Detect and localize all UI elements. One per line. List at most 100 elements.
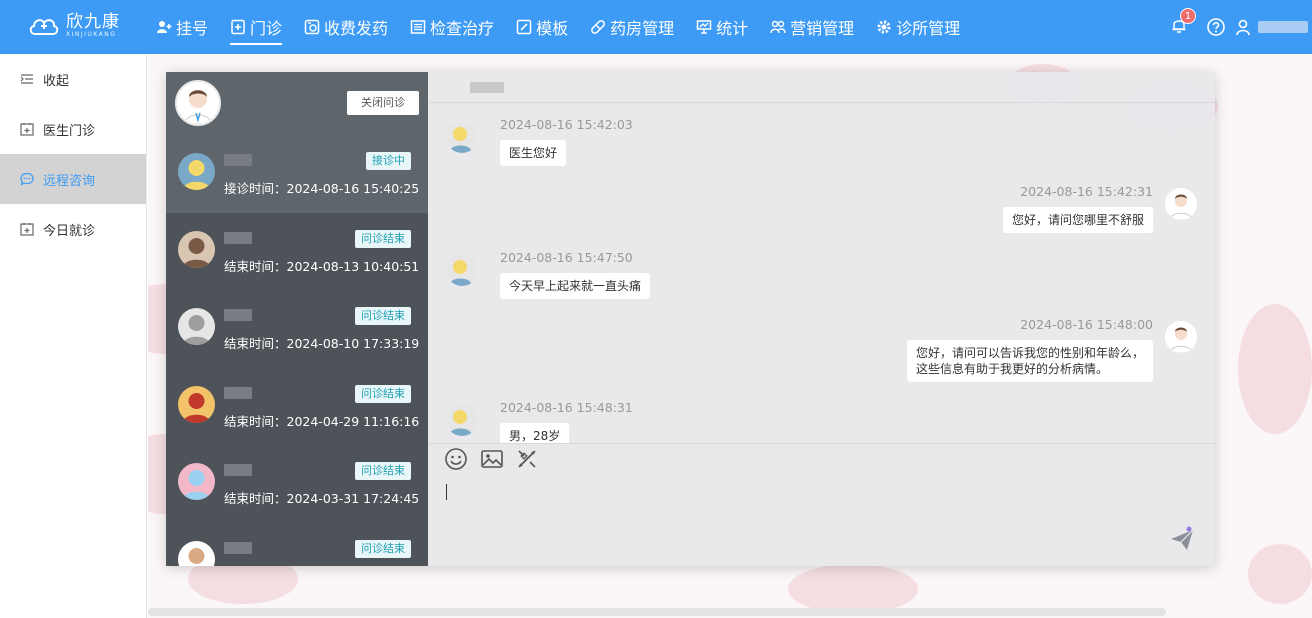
doctor-avatar [1165, 188, 1197, 220]
patient-name-redacted [224, 464, 252, 476]
patient-avatar-image [178, 308, 215, 345]
nav-template-label: 模板 [536, 19, 569, 38]
top-navigation-bar: 欣九康 XINJIUKANG 挂号 门诊 收费发药 检查治疗 模板 药房管理 统… [0, 0, 1312, 54]
message-list[interactable]: 2024-08-16 15:42:03 医生您好 2024-08-16 15:42:… [428, 103, 1215, 443]
sidebar-item-label: 远程咨询 [43, 173, 96, 189]
nav-clinic-label: 门诊 [250, 19, 283, 38]
people-icon [770, 20, 786, 34]
nav-marketing[interactable]: 营销管理 [770, 0, 854, 54]
magic-wand-icon[interactable] [515, 447, 539, 471]
brand-subtitle: XINJIUKANG [66, 31, 117, 38]
nav-clinic-management[interactable]: 诊所管理 [876, 0, 960, 54]
nav-register[interactable]: 挂号 [156, 0, 208, 54]
patient-name-redacted [224, 309, 252, 321]
patient-avatar [446, 121, 478, 153]
pill-icon [591, 20, 606, 34]
conversation-item[interactable]: 接诊中 接诊时间：2024-08-16 15:40:25 [166, 135, 428, 213]
patient-name-redacted [224, 541, 252, 554]
message-time: 2024-08-16 15:48:31 [500, 400, 633, 415]
patient-avatar [178, 230, 215, 268]
sidebar-item-doctor-clinic[interactable]: 医生门诊 [0, 104, 146, 154]
user-add-icon [157, 21, 172, 33]
doctor-avatar-image [1165, 188, 1197, 220]
patient-avatar [178, 540, 215, 566]
patient-avatar [178, 308, 215, 345]
nav-statistics-label: 统计 [716, 19, 749, 38]
patient-avatar [446, 404, 478, 436]
patient-name-redacted [224, 386, 252, 399]
background-petal [1238, 304, 1312, 434]
user-icon[interactable] [1234, 18, 1252, 36]
close-consult-button[interactable]: 关闭问诊 [347, 91, 419, 115]
message-time: 2024-08-16 15:42:31 [1020, 184, 1153, 199]
sidebar-collapse-label: 收起 [43, 73, 70, 89]
nav-charge-dispense[interactable]: 收费发药 [304, 0, 388, 54]
help-icon[interactable] [1206, 17, 1226, 37]
cloud-logo-icon [29, 19, 59, 35]
message-time: 2024-08-16 15:48:00 [1020, 317, 1153, 332]
nav-clinic-management-label: 诊所管理 [896, 19, 961, 38]
background-petal [1248, 544, 1312, 604]
chat-header [428, 72, 1215, 103]
remote-consult-panel: 关闭问诊 接诊中 接诊时间：2024-08-16 15:40:25 问诊结束 结束时间… [166, 72, 1215, 566]
sidebar-item-label: 医生门诊 [43, 123, 96, 139]
sidebar-collapse[interactable]: 收起 [0, 54, 146, 104]
brand-logo[interactable]: 欣九康 XINJIUKANG [28, 13, 120, 39]
message-bubble: 男，28岁 [500, 423, 570, 443]
conversation-item[interactable]: 问诊结束结束时间：2024-04-29 11:16:16 [166, 368, 428, 446]
brand-name: 欣九康 [66, 12, 120, 32]
nav-register-label: 挂号 [176, 19, 209, 38]
patient-avatar-image [446, 404, 478, 436]
message-time: 2024-08-16 15:42:03 [500, 117, 633, 132]
doctor-message: 2024-08-16 15:48:00 您好，请问可以告诉我您的性别和年龄么， 这… [906, 317, 1197, 382]
sidebar-item-label: 今日就诊 [43, 223, 96, 239]
nav-charge-dispense-label: 收费发药 [324, 19, 389, 38]
chat-bubble-icon [20, 172, 34, 186]
patient-avatar [446, 254, 478, 286]
emoji-icon[interactable] [444, 447, 468, 471]
patient-avatar-image [178, 385, 215, 423]
patient-avatar-image [178, 540, 215, 566]
conversation-item[interactable]: 问诊结束 结束时间：2024-08-13 10:40:51 [166, 213, 428, 291]
conversation-list-header: 关闭问诊 [166, 72, 428, 135]
image-icon[interactable] [480, 447, 504, 471]
doctor-avatar-image [1165, 321, 1197, 353]
conversation-item[interactable]: 问诊结束 结束时间：2024-08-10 17:33:19 [166, 290, 428, 368]
conversation-time: 结束时间：2024-08-10 17:33:19 [224, 336, 420, 351]
patient-avatar-image [178, 230, 215, 268]
calendar-add-icon [20, 223, 34, 236]
notification-badge: 1 [1180, 8, 1196, 24]
notification-button[interactable]: 1 [1170, 8, 1196, 38]
status-badge: 问诊结束 [355, 384, 411, 403]
nav-exam-treatment-label: 检查治疗 [430, 19, 495, 38]
patient-avatar [178, 153, 215, 190]
chart-icon [696, 20, 712, 34]
conversation-list: 关闭问诊 接诊中 接诊时间：2024-08-16 15:40:25 问诊结束 结束时间… [166, 72, 428, 566]
gear-icon [877, 20, 891, 34]
sidebar-item-today-visits[interactable]: 今日就诊 [0, 204, 146, 254]
patient-name-redacted [224, 154, 252, 166]
nav-pharmacy-label: 药房管理 [610, 19, 675, 38]
nav-template[interactable]: 模板 [516, 0, 568, 54]
nav-exam-treatment[interactable]: 检查治疗 [410, 0, 494, 54]
horizontal-scrollbar[interactable] [148, 608, 1166, 616]
nav-pharmacy[interactable]: 药房管理 [590, 0, 674, 54]
conversation-time: 结束时间：2024-04-29 11:16:16 [224, 413, 420, 429]
message-input-caret[interactable] [446, 484, 447, 500]
patient-avatar-image [178, 153, 215, 190]
main-nav: 挂号 门诊 收费发药 检查治疗 模板 药房管理 统计 营销管理 诊所管理 [156, 0, 982, 54]
nav-statistics[interactable]: 统计 [696, 0, 748, 54]
sidebar-item-remote-consult[interactable]: 远程咨询 [0, 154, 146, 204]
patient-name-redacted [224, 231, 252, 244]
nav-marketing-label: 营销管理 [790, 19, 855, 38]
message-bubble: 今天早上起来就一直头痛 [500, 273, 651, 299]
conversation-item[interactable]: 问诊结束 结束时间：2024-03-31 17:24:45 [166, 445, 428, 523]
user-name-redacted[interactable] [1258, 21, 1308, 33]
nav-clinic[interactable]: 门诊 [230, 0, 283, 54]
patient-name-redacted [470, 82, 504, 93]
patient-message: 2024-08-16 15:47:50 今天早上起来就一直头痛 [446, 250, 651, 299]
send-icon[interactable] [1169, 526, 1195, 552]
conversation-item[interactable]: 问诊结束 [166, 523, 428, 566]
patient-message: 2024-08-16 15:42:03 医生您好 [446, 117, 633, 166]
calendar-add-icon [20, 123, 34, 136]
